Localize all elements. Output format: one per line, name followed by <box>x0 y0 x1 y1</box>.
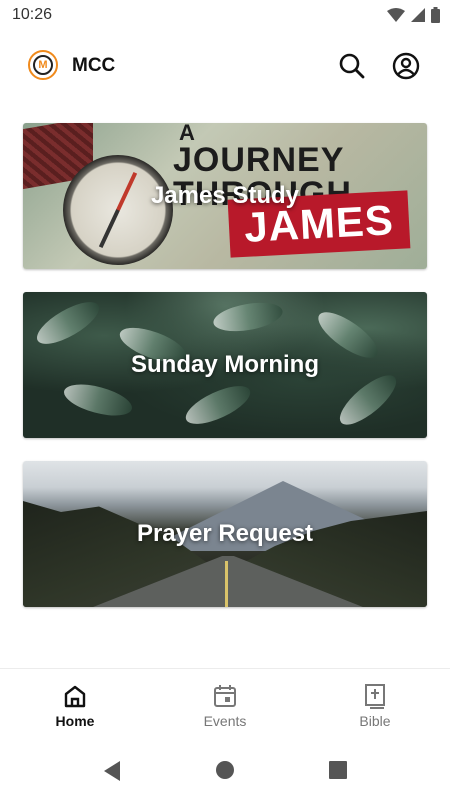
bible-icon <box>365 684 385 709</box>
status-time: 10:26 <box>12 6 53 23</box>
nav-label-home: Home <box>55 713 95 729</box>
app-header: M MCC <box>0 40 450 92</box>
account-icon <box>392 52 420 80</box>
system-nav-bar <box>0 740 450 800</box>
back-icon[interactable] <box>102 760 122 782</box>
logo-letter: M <box>33 55 53 75</box>
search-button[interactable] <box>336 50 368 82</box>
card-label: Prayer Request <box>136 520 314 547</box>
cell-signal-icon <box>411 8 425 22</box>
account-button[interactable] <box>390 50 422 82</box>
recents-icon[interactable] <box>328 760 348 780</box>
nav-label-events: Events <box>203 713 247 729</box>
status-icons <box>387 7 440 23</box>
wifi-icon <box>387 8 405 22</box>
nav-item-bible[interactable]: Bible <box>315 683 435 729</box>
home-icon <box>64 685 86 708</box>
prayer-request-card[interactable]: Prayer Request <box>23 461 427 607</box>
nav-item-events[interactable]: Events <box>165 683 285 729</box>
battery-icon <box>431 7 440 23</box>
status-bar: 10:26 <box>0 0 450 32</box>
mcc-logo-icon: M <box>28 50 58 80</box>
nav-item-home[interactable]: Home <box>15 683 135 729</box>
james-study-card[interactable]: A JOURNEY THROUGH JAMES James Study <box>23 123 427 269</box>
bottom-nav: Home Events Bible <box>0 668 450 741</box>
app-title: MCC <box>72 55 116 76</box>
calendar-icon <box>214 685 236 707</box>
search-icon <box>339 53 365 79</box>
home-circle-icon[interactable] <box>215 760 235 780</box>
card-label: Sunday Morning <box>131 351 319 378</box>
nav-label-bible: Bible <box>359 713 391 729</box>
sunday-morning-card[interactable]: Sunday Morning <box>23 292 427 438</box>
card-label: James Study <box>150 182 300 209</box>
